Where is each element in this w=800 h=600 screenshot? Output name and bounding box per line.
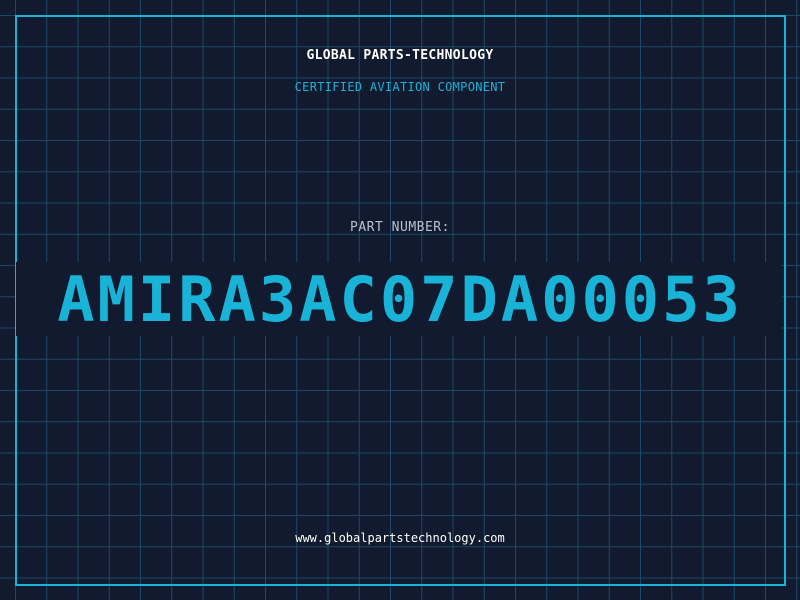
website-url: www.globalpartstechnology.com (295, 531, 505, 545)
company-name: GLOBAL PARTS-TECHNOLOGY (306, 48, 494, 63)
part-number-label: PART NUMBER: (350, 220, 450, 235)
label-canvas: GLOBAL PARTS-TECHNOLOGY CERTIFIED AVIATI… (0, 0, 800, 600)
part-number-value: AMIRA3AC07DA00053 (57, 263, 743, 336)
certification-subtitle: CERTIFIED AVIATION COMPONENT (294, 80, 506, 94)
